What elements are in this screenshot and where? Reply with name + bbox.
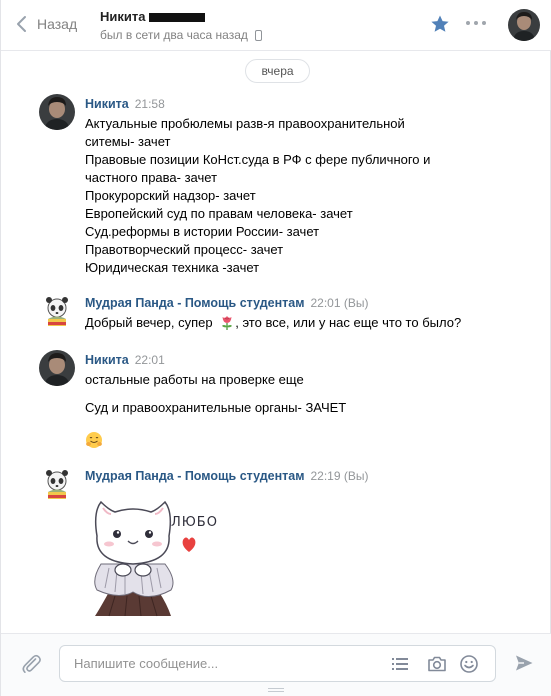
back-label: Назад xyxy=(37,16,78,32)
message-line: Правотворческий процесс- зачет xyxy=(85,242,284,257)
back-button[interactable]: Назад xyxy=(15,12,77,36)
mobile-phone-icon xyxy=(254,29,262,41)
message-header: Мудрая Панда - Помощь студентам 22:01 (Вы… xyxy=(85,296,368,310)
chat-header: Назад Никита был в сети два часа назад xyxy=(1,0,551,51)
peer-status: был в сети два часа назад xyxy=(100,28,262,42)
message-header: Никита 22:01 xyxy=(85,353,165,367)
message-line: Прокурорский надзор- зачет xyxy=(85,188,256,203)
author-name[interactable]: Никита xyxy=(85,97,129,111)
message-time[interactable]: 21:58 xyxy=(135,97,165,111)
sticker-text: ЛЮБО xyxy=(171,515,218,530)
redaction-bar xyxy=(149,12,206,22)
hugging-face-icon xyxy=(86,432,102,448)
camera-icon[interactable] xyxy=(427,654,447,674)
message-text: остальные работы на проверке еще Суд и п… xyxy=(85,371,346,454)
message-text-part: Добрый вечер, супер xyxy=(85,315,213,330)
template-list-icon[interactable] xyxy=(390,654,410,674)
message-header: Никита 21:58 xyxy=(85,97,165,111)
peer-name[interactable]: Никита xyxy=(100,9,206,24)
avatar[interactable] xyxy=(39,94,75,130)
author-name[interactable]: Никита xyxy=(85,353,129,367)
message-line: остальные работы на проверке еще xyxy=(85,372,304,387)
message-line: Добрый вечер, супер , это все, или у нас… xyxy=(85,314,461,332)
rose-icon xyxy=(222,316,233,330)
avatar[interactable] xyxy=(39,293,75,329)
avatar[interactable] xyxy=(39,350,75,386)
chevron-left-icon xyxy=(17,16,26,32)
message-line: ситемы- зачет xyxy=(85,134,171,149)
star-icon[interactable] xyxy=(430,14,450,34)
more-options-icon[interactable] xyxy=(466,21,486,27)
message-line: частного права- зачет xyxy=(85,170,218,185)
send-icon[interactable] xyxy=(514,653,534,673)
message-header: Мудрая Панда - Помощь студентам 22:19 (Вы… xyxy=(85,469,368,483)
peer-avatar[interactable] xyxy=(508,9,540,41)
message-text-part: , это все, или у нас еще что то было? xyxy=(235,315,462,330)
smile-icon[interactable] xyxy=(459,654,479,674)
message-text: Актуальные пробюлемы разв-я правоохранит… xyxy=(85,115,430,277)
author-name[interactable]: Мудрая Панда - Помощь студентам xyxy=(85,469,304,483)
message-line: Актуальные пробюлемы разв-я правоохранит… xyxy=(85,116,405,131)
author-name[interactable]: Мудрая Панда - Помощь студентам xyxy=(85,296,304,310)
message-line: Юридическая техника -зачет xyxy=(85,260,260,275)
message-text: Добрый вечер, супер , это все, или у нас… xyxy=(85,314,461,332)
message-line: Правовые позиции КоНст.суда в РФ с фере … xyxy=(85,152,431,167)
resize-grip[interactable] xyxy=(268,688,284,692)
chat-window: Назад Никита был в сети два часа назад в… xyxy=(0,0,551,696)
message-line: Суд.реформы в истории России- зачет xyxy=(85,224,320,239)
cat-sticker[interactable]: ЛЮБО xyxy=(79,492,227,620)
message-line: Европейский суд по правам человека- заче… xyxy=(85,206,353,221)
message-time[interactable]: 22:01 (Вы) xyxy=(310,296,368,310)
message-input[interactable]: Напишите сообщение... xyxy=(59,645,496,682)
message-line: Суд и правоохранительные органы- ЗАЧЕТ xyxy=(85,400,347,415)
peer-name-text: Никита xyxy=(100,9,146,24)
message-time[interactable]: 22:19 (Вы) xyxy=(310,469,368,483)
avatar[interactable] xyxy=(39,466,75,502)
message-time[interactable]: 22:01 xyxy=(135,353,165,367)
paperclip-icon[interactable] xyxy=(20,652,42,674)
date-separator[interactable]: вчера xyxy=(245,59,310,83)
peer-status-text: был в сети два часа назад xyxy=(100,28,248,42)
message-input-placeholder: Напишите сообщение... xyxy=(74,656,219,671)
